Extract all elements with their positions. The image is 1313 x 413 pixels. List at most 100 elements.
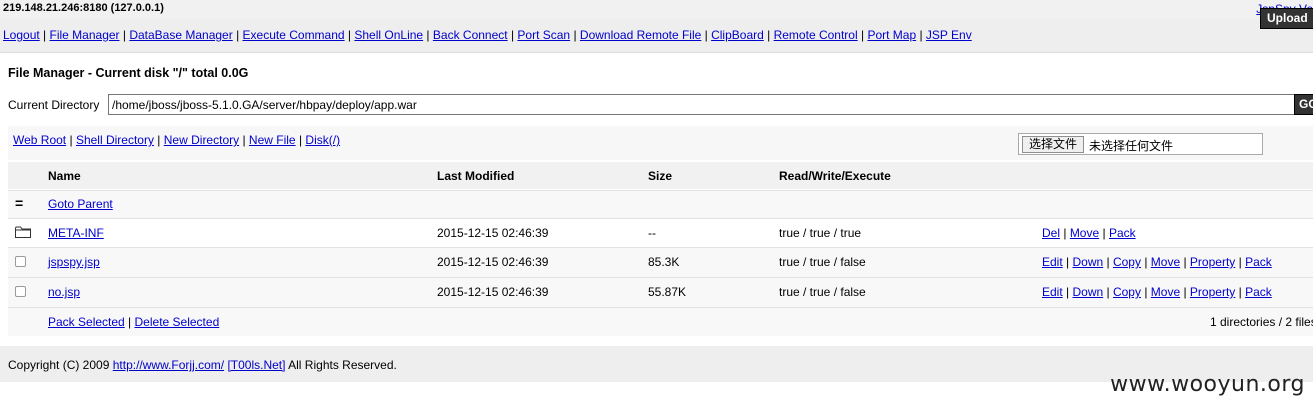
toolbar-links: Web Root | Shell Directory | New Directo… xyxy=(13,133,340,147)
move-link[interactable]: Move xyxy=(1070,226,1099,240)
file-size: 85.3K xyxy=(648,255,680,269)
table-row: no.jsp 2015-12-15 02:46:39 55.87K true /… xyxy=(8,277,1313,307)
action-separator: | xyxy=(1140,285,1151,299)
toolbar-separator: | xyxy=(153,133,164,147)
nav-separator: | xyxy=(701,28,712,42)
nav-database-manager[interactable]: DataBase Manager xyxy=(129,28,232,42)
nav-clipboard[interactable]: ClipBoard xyxy=(711,28,764,42)
action-separator: | xyxy=(1099,226,1109,240)
property-link[interactable]: Property xyxy=(1190,285,1235,299)
action-separator: | xyxy=(1235,255,1246,269)
table-row-parent: = Goto Parent xyxy=(8,190,1313,218)
file-input[interactable]: 选择文件 未选择任何文件 xyxy=(1018,133,1263,155)
web-root-link[interactable]: Web Root xyxy=(13,133,66,147)
shell-directory-link[interactable]: Shell Directory xyxy=(76,133,154,147)
forjj-link[interactable]: http://www.Forjj.com/ xyxy=(113,358,224,372)
action-separator: | xyxy=(1180,285,1190,299)
column-rwx: Read/Write/Execute xyxy=(779,169,891,183)
directory-summary: 1 directories / 2 files xyxy=(1210,315,1313,329)
nav-separator: | xyxy=(344,28,355,42)
action-separator: | xyxy=(1103,255,1113,269)
delete-selected-link[interactable]: Delete Selected xyxy=(135,315,220,329)
nav-separator: | xyxy=(570,28,580,42)
column-size: Size xyxy=(648,169,673,183)
edit-link[interactable]: Edit xyxy=(1042,285,1063,299)
page-title: File Manager - Current disk "/" total 0.… xyxy=(8,66,249,80)
file-actions: Del | Move | Pack xyxy=(1042,226,1136,240)
copyright-prefix: Copyright (C) 2009 xyxy=(8,358,110,372)
column-name: Name xyxy=(48,169,81,183)
parent-dir-icon: = xyxy=(15,195,24,211)
nav-separator: | xyxy=(916,28,926,42)
file-size: -- xyxy=(648,226,656,240)
nav-separator: | xyxy=(763,28,774,42)
nav-separator: | xyxy=(232,28,243,42)
move-link[interactable]: Move xyxy=(1151,285,1180,299)
pack-link[interactable]: Pack xyxy=(1245,285,1272,299)
copyright-suffix: All Rights Reserved. xyxy=(288,358,397,372)
current-directory-input[interactable] xyxy=(108,94,1298,115)
row-checkbox[interactable] xyxy=(15,286,26,300)
nav-port-scan[interactable]: Port Scan xyxy=(517,28,570,42)
property-link[interactable]: Property xyxy=(1190,255,1235,269)
bulk-actions: Pack Selected | Delete Selected xyxy=(48,315,219,329)
action-separator: | xyxy=(1103,285,1113,299)
table-header: Name Last Modified Size Read/Write/Execu… xyxy=(8,162,1313,189)
new-file-link[interactable]: New File xyxy=(249,133,296,147)
nav-download-remote-file[interactable]: Download Remote File xyxy=(580,28,701,42)
file-last-modified: 2015-12-15 02:46:39 xyxy=(437,255,549,269)
down-link[interactable]: Down xyxy=(1072,255,1103,269)
nav-file-manager[interactable]: File Manager xyxy=(50,28,120,42)
nav-shell-online[interactable]: Shell OnLine xyxy=(354,28,423,42)
choose-file-button[interactable]: 选择文件 xyxy=(1022,136,1085,153)
row-checkbox[interactable] xyxy=(15,256,26,270)
t00ls-link[interactable]: [T00ls.Net] xyxy=(227,358,285,372)
copy-link[interactable]: Copy xyxy=(1113,285,1141,299)
toolbar-separator: | xyxy=(295,133,306,147)
nav-port-map[interactable]: Port Map xyxy=(867,28,916,42)
copy-link[interactable]: Copy xyxy=(1113,255,1141,269)
table-row: META-INF 2015-12-15 02:46:39 -- true / t… xyxy=(8,218,1313,247)
nav-links: Logout | File Manager | DataBase Manager… xyxy=(3,28,972,42)
column-last-modified: Last Modified xyxy=(437,169,515,183)
move-link[interactable]: Move xyxy=(1151,255,1180,269)
new-directory-link[interactable]: New Directory xyxy=(164,133,239,147)
goto-parent-link[interactable]: Goto Parent xyxy=(48,197,113,211)
pack-selected-link[interactable]: Pack Selected xyxy=(48,315,125,329)
down-link[interactable]: Down xyxy=(1072,285,1103,299)
disk-link[interactable]: Disk(/) xyxy=(305,133,340,147)
nav-separator: | xyxy=(119,28,130,42)
del-link[interactable]: Del xyxy=(1042,226,1060,240)
action-separator: | xyxy=(1062,285,1073,299)
nav-jsp-env[interactable]: JSP Env xyxy=(926,28,972,42)
upload-button[interactable]: Upload xyxy=(1260,8,1313,29)
file-last-modified: 2015-12-15 02:46:39 xyxy=(437,226,549,240)
go-button[interactable]: GO xyxy=(1294,94,1313,115)
file-size: 55.87K xyxy=(648,285,687,299)
copyright-text: Copyright (C) 2009 http://www.Forjj.com/… xyxy=(8,358,397,372)
table-row: jspspy.jsp 2015-12-15 02:46:39 85.3K tru… xyxy=(8,247,1313,277)
nav-remote-control[interactable]: Remote Control xyxy=(774,28,858,42)
nav-separator: | xyxy=(857,28,868,42)
action-separator: | xyxy=(1062,255,1073,269)
toolbar-separator: | xyxy=(239,133,249,147)
nav-separator: | xyxy=(423,28,433,42)
file-name-link[interactable]: META-INF xyxy=(48,226,104,240)
nav-back-connect[interactable]: Back Connect xyxy=(433,28,508,42)
pack-link[interactable]: Pack xyxy=(1245,255,1272,269)
edit-link[interactable]: Edit xyxy=(1042,255,1063,269)
file-permissions: true / true / false xyxy=(779,285,866,299)
nav-execute-command[interactable]: Execute Command xyxy=(243,28,345,42)
pack-link[interactable]: Pack xyxy=(1109,226,1136,240)
action-separator: | xyxy=(1180,255,1190,269)
file-name-link[interactable]: jspspy.jsp xyxy=(48,255,100,269)
file-actions: Edit | Down | Copy | Move | Property | P… xyxy=(1042,285,1272,299)
file-permissions: true / true / false xyxy=(779,255,866,269)
action-separator: | xyxy=(1060,226,1070,240)
main-nav: Logout | File Manager | DataBase Manager… xyxy=(0,18,1313,53)
nav-separator: | xyxy=(507,28,518,42)
top-header: 219.148.21.246:8180 (127.0.0.1) JspSpy V… xyxy=(0,0,1313,18)
file-name-link[interactable]: no.jsp xyxy=(48,285,80,299)
folder-icon xyxy=(15,226,31,241)
nav-logout[interactable]: Logout xyxy=(3,28,40,42)
